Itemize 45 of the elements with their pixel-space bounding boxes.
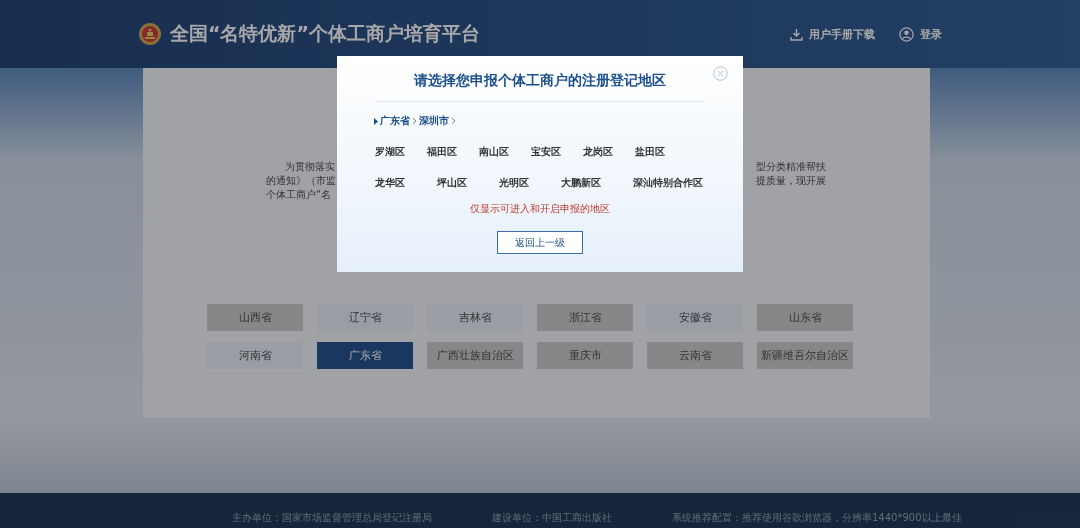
intro-text: 的通知》（市监	[266, 174, 336, 188]
province-button[interactable]: 新疆维吾尔自治区	[757, 342, 853, 369]
district-link[interactable]: 坪山区	[437, 176, 467, 190]
district-link[interactable]: 龙华区	[375, 176, 405, 190]
close-icon[interactable]	[713, 66, 728, 81]
footer-text: 建设单位：中国工商出版社	[492, 511, 612, 525]
province-button[interactable]: 广西壮族自治区	[427, 342, 523, 369]
province-button[interactable]: 广东省	[317, 342, 413, 369]
province-button[interactable]: 重庆市	[537, 342, 633, 369]
district-link[interactable]: 宝安区	[531, 145, 561, 159]
site-title: 全国“名特优新”个体工商户培育平台	[170, 21, 481, 46]
province-button[interactable]: 浙江省	[537, 304, 633, 331]
district-link[interactable]: 罗湖区	[375, 145, 405, 159]
district-link[interactable]: 盐田区	[635, 145, 665, 159]
footer-text: 主办单位：国家市场监督管理总局登记注册局	[232, 511, 432, 525]
breadcrumb-link[interactable]: 深圳市	[419, 114, 449, 128]
hint-text: 仅显示可进入和开启申报的地区	[470, 202, 610, 216]
user-icon	[899, 26, 914, 42]
emblem-icon	[138, 22, 162, 46]
province-button[interactable]: 吉林省	[427, 304, 523, 331]
back-button[interactable]: 返回上一级	[497, 231, 583, 254]
province-button[interactable]: 安徽省	[647, 304, 743, 331]
province-button[interactable]: 云南省	[647, 342, 743, 369]
download-icon	[790, 27, 803, 41]
district-link[interactable]: 大鹏新区	[561, 176, 601, 190]
breadcrumb-link[interactable]: 广东省	[380, 114, 410, 128]
province-button[interactable]: 河南省	[207, 342, 303, 369]
chevron-right-icon	[412, 117, 417, 125]
district-link[interactable]: 南山区	[479, 145, 509, 159]
intro-text: 提质量，现开展	[756, 174, 826, 188]
login-link[interactable]: 登录	[899, 26, 942, 42]
manual-download-link[interactable]: 用户手册下载	[790, 26, 875, 42]
district-link[interactable]: 深汕特别合作区	[633, 176, 703, 190]
intro-text: 型分类精准帮扶	[756, 160, 826, 174]
district-link[interactable]: 福田区	[427, 145, 457, 159]
province-button[interactable]: 山西省	[207, 304, 303, 331]
intro-text: 为贯彻落实	[284, 160, 336, 174]
province-button[interactable]: 山东省	[757, 304, 853, 331]
district-link[interactable]: 光明区	[499, 176, 529, 190]
province-button[interactable]: 辽宁省	[317, 304, 413, 331]
chevron-right-icon	[451, 117, 456, 125]
triangle-icon	[374, 117, 378, 125]
modal-title: 请选择您申报个体工商户的注册登记地区	[414, 72, 666, 90]
intro-text: 个体工商户“名	[266, 188, 333, 202]
district-link[interactable]: 龙岗区	[583, 145, 613, 159]
